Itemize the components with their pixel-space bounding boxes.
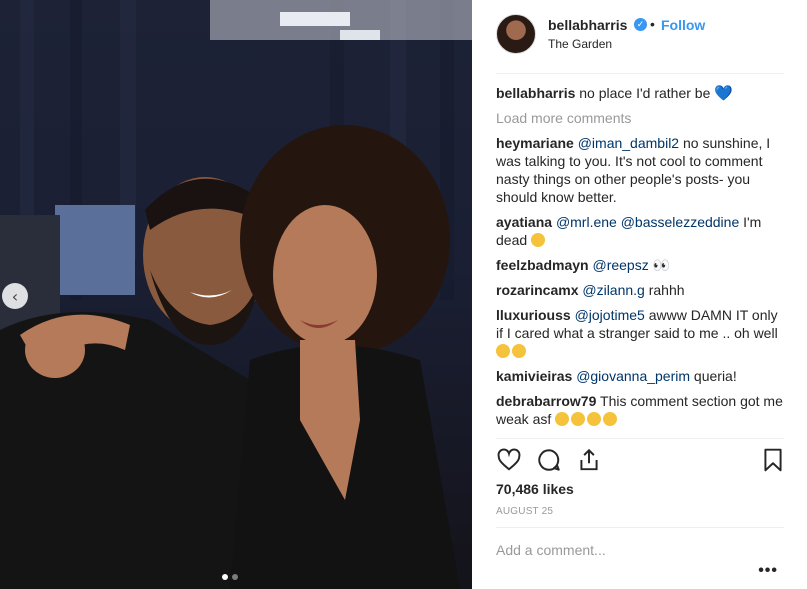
list-item: kamivieiras @giovanna_perim queria!: [496, 367, 784, 385]
bookmark-icon: [764, 448, 782, 472]
avatar[interactable]: [496, 14, 536, 54]
comment-username[interactable]: debrabarrow79: [496, 393, 596, 409]
add-comment-input[interactable]: [496, 542, 736, 558]
post-username[interactable]: bellabharris: [548, 17, 627, 33]
crying-laughing-emoji-icon: [571, 412, 586, 426]
comment-text: rahhh: [644, 282, 685, 298]
post-date: AUGUST 25: [496, 506, 554, 517]
post-sidebar: bellabharris ✓ • Follow The Garden bella…: [472, 0, 807, 589]
like-button[interactable]: [496, 447, 522, 473]
list-item: lluxuriouss @jojotime5 awww DAMN IT only…: [496, 306, 784, 360]
comment-mention[interactable]: @reepsz: [592, 257, 648, 273]
comment-button[interactable]: [536, 447, 562, 473]
add-comment-section: •••: [496, 527, 784, 589]
crying-laughing-emoji-icon: [512, 344, 526, 358]
verified-badge-icon: ✓: [634, 18, 647, 31]
photo-illustration: [0, 0, 472, 589]
list-item: heymariane @iman_dambil2 no sunshine, I …: [496, 134, 784, 206]
comment-username[interactable]: heymariane: [496, 135, 574, 151]
separator-bullet: •: [650, 16, 655, 32]
post-photo: ‹: [0, 0, 472, 589]
carousel-indicator: [222, 574, 238, 580]
list-item: rozarincamx @zilann.g rahhh: [496, 281, 784, 299]
share-icon: [580, 448, 598, 471]
comment-mention[interactable]: @giovanna_perim: [576, 368, 690, 384]
follow-button[interactable]: Follow: [661, 17, 705, 33]
chevron-left-icon: ‹: [11, 286, 19, 306]
caption: bellabharris no place I'd rather be 💙: [496, 84, 784, 103]
list-item: feelzbadmayn @reepsz 👀: [496, 256, 784, 274]
load-more-comments-button[interactable]: Load more comments: [496, 110, 784, 126]
caption-username[interactable]: bellabharris: [496, 85, 575, 101]
comments-list[interactable]: bellabharris no place I'd rather be 💙 Lo…: [496, 84, 784, 438]
caption-text: no place I'd rather be: [579, 85, 711, 101]
blue-heart-icon: 💙: [714, 85, 733, 102]
crying-laughing-emoji-icon: [587, 412, 602, 426]
comment-text: 👀: [648, 257, 671, 273]
laughing-emoji-icon: [531, 233, 546, 247]
list-item: ayatiana @mrl.ene @basselezzeddine I'm d…: [496, 213, 784, 249]
carousel-dot-active: [222, 574, 228, 580]
comment-text: queria!: [690, 368, 737, 384]
post-header: bellabharris ✓ • Follow The Garden: [496, 12, 784, 74]
comment-username[interactable]: lluxuriouss: [496, 307, 571, 323]
previous-photo-button[interactable]: ‹: [2, 283, 28, 309]
save-button[interactable]: [760, 447, 786, 473]
share-button[interactable]: [576, 447, 602, 473]
crying-laughing-emoji-icon: [555, 412, 570, 426]
likes-count[interactable]: 70,486 likes: [496, 481, 574, 497]
list-item: debrabarrow79 This comment section got m…: [496, 392, 784, 428]
woman-shrugging-emoji-icon: [496, 344, 510, 358]
carousel-dot: [232, 574, 238, 580]
post-location[interactable]: The Garden: [548, 37, 612, 51]
more-options-icon[interactable]: •••: [758, 562, 778, 580]
post-actions: [496, 438, 784, 478]
comment-mention[interactable]: @mrl.ene @basselezzeddine: [556, 214, 739, 230]
comment-username[interactable]: rozarincamx: [496, 282, 578, 298]
comment-username[interactable]: kamivieiras: [496, 368, 572, 384]
comment-mention[interactable]: @jojotime5: [575, 307, 645, 323]
crying-laughing-emoji-icon: [603, 412, 618, 426]
comment-username[interactable]: ayatiana: [496, 214, 552, 230]
comment-username[interactable]: feelzbadmayn: [496, 257, 589, 273]
comment-mention[interactable]: @zilann.g: [582, 282, 644, 298]
heart-icon: [497, 448, 521, 471]
comment-bubble-icon: [538, 449, 560, 471]
comment-mention[interactable]: @iman_dambil2: [578, 135, 679, 151]
